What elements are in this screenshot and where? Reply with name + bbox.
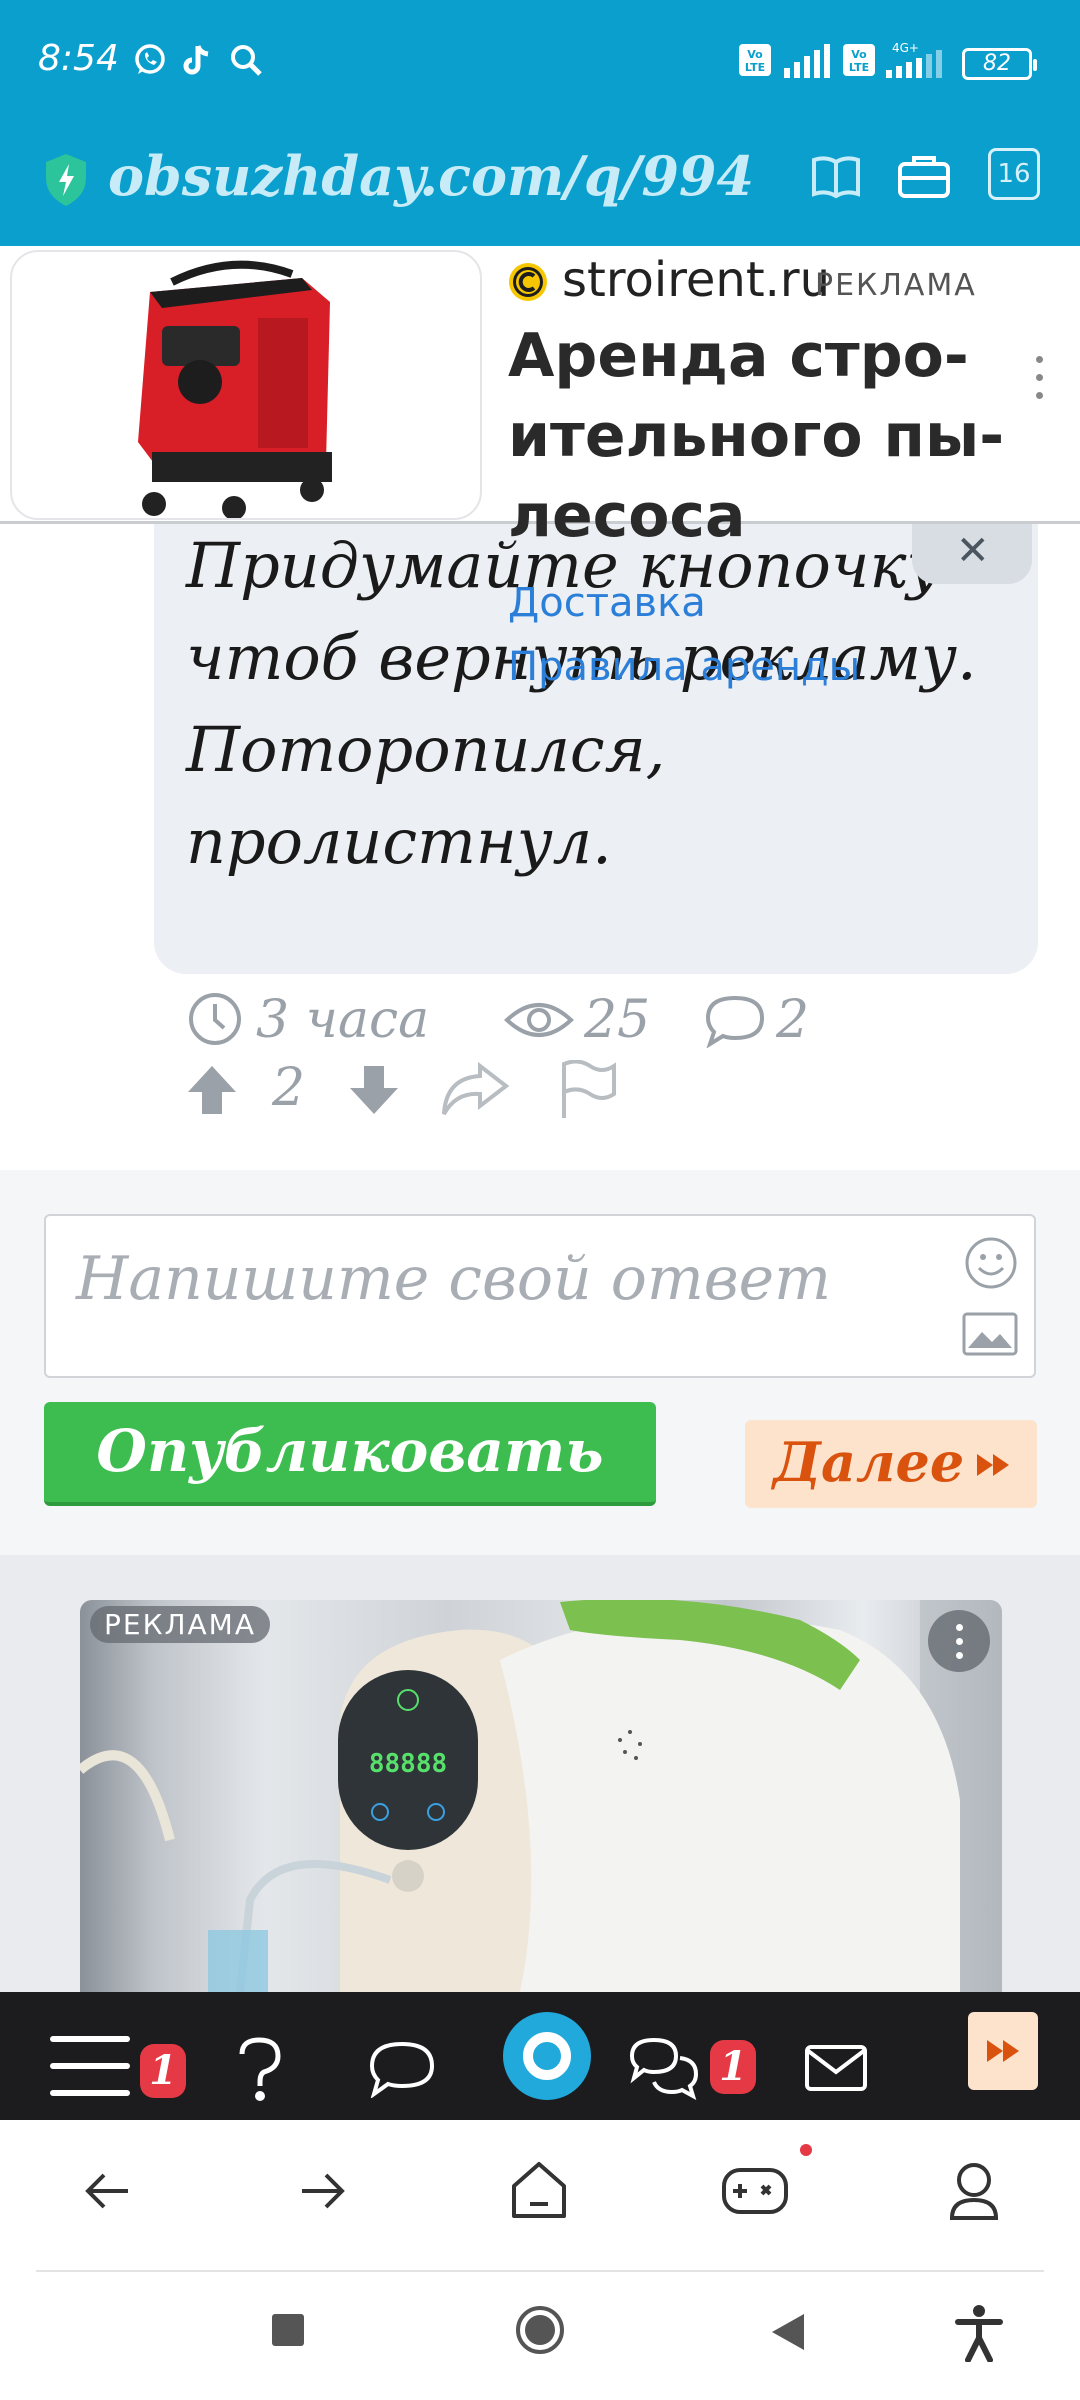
comment-time: 3 часа <box>256 990 430 1050</box>
notification-dot <box>800 2144 812 2156</box>
fast-forward-icon <box>987 2040 1019 2062</box>
advertiser-logo-icon <box>509 263 547 301</box>
search-icon <box>231 45 262 76</box>
whatsapp-icon <box>135 44 165 74</box>
chats-icon[interactable] <box>628 2036 700 2100</box>
bottom-ad[interactable]: 88888 РЕКЛАМА <box>80 1600 1002 1992</box>
emoji-smile-icon[interactable] <box>964 1236 1018 1290</box>
menu-badge: 1 <box>140 2044 186 2098</box>
ad-menu-button[interactable] <box>1036 356 1044 410</box>
views-eye-icon <box>504 1003 574 1037</box>
secure-shield-icon <box>46 154 86 206</box>
hamburger-menu-icon[interactable] <box>48 2032 132 2100</box>
replies-bubble-icon[interactable] <box>704 994 766 1048</box>
comment-views: 25 <box>584 990 651 1050</box>
vacuum-cleaner-image <box>138 260 332 518</box>
svg-text:4G+: 4G+ <box>892 41 919 55</box>
system-navigation-bar <box>0 2272 1080 2400</box>
ad-link-delivery[interactable]: Доставка <box>508 580 706 626</box>
site-bottom-nav: 1 1 <box>0 1992 1080 2120</box>
battery-indicator: 82 <box>962 48 1037 80</box>
svg-text:Vo: Vo <box>851 48 867 61</box>
next-label: Далее <box>773 1430 965 1494</box>
forward-arrow-icon[interactable] <box>298 2166 348 2216</box>
answer-placeholder: Напишите свой ответ <box>76 1244 832 1314</box>
game-controller-icon[interactable] <box>720 2164 790 2218</box>
home-circle-icon[interactable] <box>514 2304 566 2356</box>
volte-icon-1: Vo LTE <box>739 44 771 76</box>
ad-label: РЕКЛАМА <box>815 268 977 303</box>
publish-button[interactable]: Опубликовать <box>44 1402 656 1506</box>
skip-forward-button[interactable] <box>968 2012 1038 2090</box>
mail-icon[interactable] <box>804 2044 868 2092</box>
address-bar[interactable]: obsuzhday.com/q/994 16 <box>0 128 1080 246</box>
status-time: 8:54 <box>38 38 119 79</box>
volte-icon-2: Vo LTE <box>843 44 875 76</box>
ad-product-image <box>10 250 482 520</box>
upvote-arrow-icon[interactable] <box>186 1064 238 1116</box>
question-icon[interactable] <box>234 2036 284 2104</box>
accessibility-icon[interactable] <box>954 2304 1004 2362</box>
back-arrow-icon[interactable] <box>82 2166 132 2216</box>
ad-domain[interactable]: stroirent.ru <box>562 252 852 308</box>
recents-square-icon[interactable] <box>270 2312 306 2348</box>
ad-link-rental-rules[interactable]: Правила аренды <box>508 644 860 690</box>
signal-icon-2: 4G+ <box>886 41 942 78</box>
attach-image-icon[interactable] <box>962 1312 1018 1356</box>
next-button[interactable]: Далее <box>745 1420 1037 1508</box>
profile-icon[interactable] <box>946 2160 1002 2222</box>
fast-forward-icon <box>977 1454 1009 1476</box>
report-flag-icon[interactable] <box>558 1060 618 1120</box>
answer-section: Напишите свой ответ Опубликовать Далее <box>0 1170 1080 1555</box>
tabs-count-button[interactable]: 16 <box>988 148 1040 200</box>
browser-toolbar <box>0 2120 1080 2270</box>
comments-icon[interactable] <box>368 2040 436 2098</box>
comment-replies: 2 <box>776 990 810 1050</box>
svg-text:LTE: LTE <box>745 61 765 74</box>
device-display-digits: 88888 <box>369 1749 447 1779</box>
answer-input[interactable]: Напишите свой ответ <box>44 1214 1036 1378</box>
svg-text:Vo: Vo <box>747 48 763 61</box>
vote-count: 2 <box>272 1058 306 1118</box>
svg-text:LTE: LTE <box>849 61 869 74</box>
tiktok-icon <box>183 45 209 75</box>
downvote-arrow-icon[interactable] <box>348 1064 400 1116</box>
ad-title[interactable]: Аренда стро-ительного пы-лесоса <box>508 316 1048 556</box>
toolbox-icon[interactable] <box>896 148 952 204</box>
home-icon[interactable] <box>508 2160 570 2222</box>
signal-icon-1 <box>784 44 830 78</box>
ad-label: РЕКЛАМА <box>90 1606 270 1643</box>
back-triangle-icon[interactable] <box>770 2312 806 2352</box>
comment-text: Придумайте кнопочку чтоб вернуть рекламу… <box>186 529 977 878</box>
home-logo-button[interactable] <box>503 2012 591 2100</box>
oxygen-concentrator-image: 88888 <box>80 1600 1002 1992</box>
status-bar: 8:54 Vo LTE Vo LTE 4G+ 82 <box>0 0 1080 128</box>
clock-icon <box>189 993 241 1045</box>
url-text[interactable]: obsuzhday.com/q/994 <box>108 144 788 208</box>
chats-badge: 1 <box>710 2040 756 2094</box>
ad-menu-button[interactable] <box>928 1610 990 1672</box>
top-ad-banner[interactable]: stroirent.ru РЕКЛАМА Аренда стро-ительно… <box>0 246 1080 551</box>
reader-mode-icon[interactable] <box>808 148 864 204</box>
share-arrow-icon[interactable] <box>440 1062 510 1118</box>
